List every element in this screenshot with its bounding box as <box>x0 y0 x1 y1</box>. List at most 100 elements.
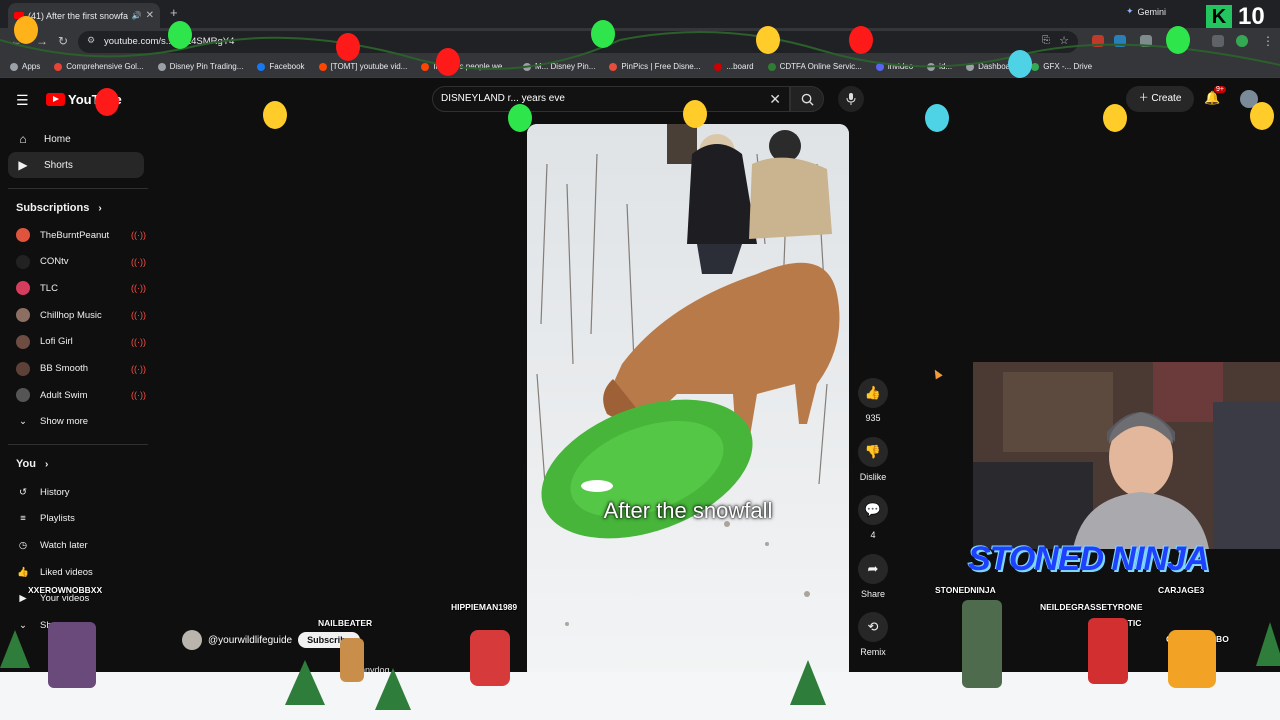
live-indicator-icon: ((·)) <box>131 310 146 321</box>
sidebar-subscription-item[interactable]: TheBurntPeanut ((·)) <box>16 222 146 248</box>
history-icon: ↺ <box>19 486 27 498</box>
like-button[interactable]: 👍 935 <box>858 378 888 423</box>
liked-videos-icon: 👍 <box>17 566 29 578</box>
remix-icon: ⟲ <box>858 612 888 642</box>
bookmark-item[interactable]: GFX -... Drive <box>1031 62 1092 71</box>
youtube-header: ☰ YouTube DISNEYLAND r... years eve ✕ ＋ … <box>0 78 1280 120</box>
bookmark-item[interactable]: Facebook <box>257 62 305 71</box>
sidebar-subscription-item[interactable]: Chillhop Music ((·)) <box>16 302 146 328</box>
bookmark-item[interactable]: invideo <box>875 62 913 71</box>
sidebar-you-item[interactable]: ⌄ Show more <box>16 613 146 639</box>
bookmark-item[interactable]: [TOMT] youtube vid... <box>318 62 407 71</box>
sidebar-show-more[interactable]: ⌄ Show more <box>16 408 146 434</box>
search-input[interactable]: DISNEYLAND r... years eve ✕ <box>432 86 790 112</box>
browser-menu-icon[interactable]: ⋮ <box>1262 34 1274 48</box>
new-tab-button[interactable]: + <box>170 5 178 20</box>
you-heading[interactable]: You › <box>16 458 48 470</box>
hamburger-menu-icon[interactable]: ☰ <box>16 92 29 109</box>
chevron-right-icon: › <box>98 203 102 214</box>
extensions-puzzle-icon[interactable] <box>1140 35 1152 47</box>
bookmark-favicon-icon <box>54 62 63 71</box>
sidebar-subscription-item[interactable]: BB Smooth ((·)) <box>16 356 146 382</box>
share-button[interactable]: ➦ Share <box>858 554 888 599</box>
sidebar-you-item[interactable]: 👍 Liked videos <box>16 559 146 585</box>
sidebar-you-item[interactable]: ◷ Watch later <box>16 532 146 558</box>
bookmark-label: Disney Pin Trading... <box>169 62 244 71</box>
subscriptions-title: Subscriptions <box>16 202 90 214</box>
bookmark-label: Facebook <box>269 62 305 71</box>
bookmark-item[interactable]: Dashboard <box>966 62 1017 71</box>
browser-tab-active[interactable]: (41) After the first snowfall 🔊 ✕ <box>8 3 160 28</box>
live-indicator-icon: ((·)) <box>131 390 146 401</box>
bookmark-favicon-icon <box>875 62 884 71</box>
media-control-icon[interactable] <box>1212 35 1224 47</box>
sidebar-item-label: Show more <box>40 620 89 631</box>
site-info-icon[interactable]: ⚙ <box>87 35 95 46</box>
you-title: You <box>16 458 36 470</box>
bookmark-item[interactable]: Apps <box>10 62 40 71</box>
clear-search-icon[interactable]: ✕ <box>769 91 781 108</box>
address-bar[interactable]: ⚙ youtube.com/s...oXZ4SMRgY4 ⎘ ☆ <box>78 31 1078 53</box>
voice-search-button[interactable] <box>838 86 864 112</box>
comments-button[interactable]: 💬 4 <box>858 495 888 540</box>
chevron-down-icon: ⌄ <box>19 620 27 631</box>
extension-blue-icon[interactable] <box>1114 35 1126 47</box>
bookmark-label: CDTFA Online Servic... <box>779 62 862 71</box>
bookmark-item[interactable]: Disney Pin Trading... <box>157 62 244 71</box>
subscription-name: BB Smooth <box>40 363 89 374</box>
bookmark-item[interactable]: PinPics | Free Disne... <box>609 62 700 71</box>
sidebar: ⌂ Home ▶ Shorts Subscriptions › TheBurnt… <box>0 120 154 720</box>
short-video-player[interactable]: After the snowfall <box>527 124 849 680</box>
install-icon[interactable]: ⎘ <box>1042 35 1050 46</box>
remix-button[interactable]: ⟲ Remix <box>858 612 888 657</box>
bookmark-label: ...board <box>726 62 754 71</box>
subscription-name: Adult Swim <box>40 389 88 401</box>
sidebar-subscription-item[interactable]: TLC ((·)) <box>16 275 146 301</box>
sidebar-item-home[interactable]: ⌂ Home <box>8 126 144 152</box>
bookmark-item[interactable]: If todays people we... <box>421 62 509 71</box>
reload-icon[interactable]: ↻ <box>58 34 68 48</box>
channel-avatar <box>16 308 30 323</box>
bookmark-item[interactable]: ...board <box>714 62 754 71</box>
bookmark-item[interactable]: M... Disney Pin... <box>522 62 595 71</box>
bookmark-item[interactable]: id... <box>927 62 952 71</box>
speaker-icon[interactable]: 🔊 <box>132 11 142 20</box>
thumbs-up-icon: 👍 <box>858 378 888 408</box>
subscription-name: Chillhop Music <box>40 309 102 321</box>
bookmark-favicon-icon <box>767 62 776 71</box>
account-avatar[interactable] <box>1240 90 1258 108</box>
bookmark-favicon-icon <box>522 62 531 71</box>
url-text: youtube.com/s...oXZ4SMRgY4 <box>104 36 235 47</box>
channel-handle[interactable]: @yourwildlifeguide <box>208 635 292 646</box>
bookmark-star-icon[interactable]: ☆ <box>1059 34 1069 47</box>
search-button[interactable] <box>790 86 824 112</box>
subscriptions-heading[interactable]: Subscriptions › <box>16 202 102 214</box>
sidebar-you-item[interactable]: ≡ Playlists <box>16 506 146 532</box>
sidebar-subscription-item[interactable]: CONtv ((·)) <box>16 249 146 275</box>
dislike-button[interactable]: 👎 Dislike <box>858 437 888 482</box>
subscribe-button[interactable]: Subscribe <box>298 632 360 648</box>
close-tab-icon[interactable]: ✕ <box>146 10 154 21</box>
sidebar-item-shorts[interactable]: ▶ Shorts <box>8 152 144 178</box>
remix-label: Remix <box>860 647 886 657</box>
create-button[interactable]: ＋ Create <box>1126 86 1194 112</box>
chat-username: OLDMANBOBO <box>1166 634 1229 644</box>
forward-arrow-icon[interactable]: → <box>36 34 48 48</box>
microphone-icon <box>846 93 856 105</box>
browser-toolbar: ← → ↻ ⚙ youtube.com/s...oXZ4SMRgY4 ⎘ ☆ ⋮ <box>0 28 1280 56</box>
extension-red-icon[interactable] <box>1092 35 1104 47</box>
bookmark-favicon-icon <box>257 62 266 71</box>
thumbs-down-icon: 👎 <box>858 437 888 467</box>
sidebar-subscription-item[interactable]: Lofi Girl ((·)) <box>16 329 146 355</box>
youtube-logo[interactable]: YouTube <box>46 92 122 107</box>
channel-avatar[interactable] <box>182 630 202 650</box>
profile-avatar-icon[interactable] <box>1236 35 1248 47</box>
back-arrow-icon[interactable]: ← <box>10 34 22 48</box>
video-caption: After the snowfall <box>603 498 773 523</box>
gemini-button[interactable]: ✦ Gemini <box>1126 6 1166 17</box>
sidebar-you-item[interactable]: ↺ History <box>16 479 146 505</box>
sidebar-subscription-item[interactable]: Adult Swim ((·)) <box>16 382 146 408</box>
channel-avatar <box>16 254 30 269</box>
bookmark-item[interactable]: CDTFA Online Servic... <box>767 62 862 71</box>
bookmark-item[interactable]: Comprehensive Gol... <box>54 62 144 71</box>
